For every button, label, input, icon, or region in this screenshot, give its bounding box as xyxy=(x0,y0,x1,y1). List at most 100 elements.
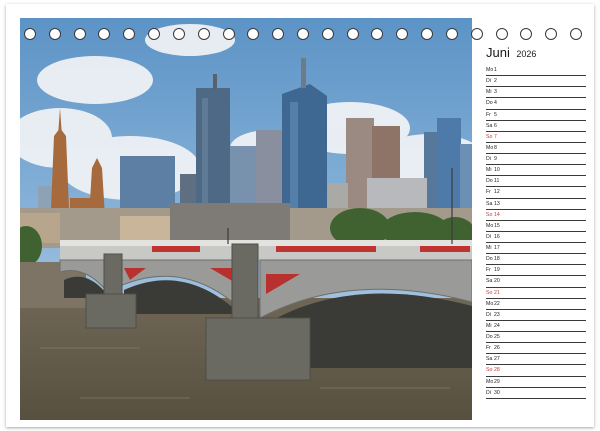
day-row: Mi 24 xyxy=(486,321,586,332)
binding-hole xyxy=(98,28,111,40)
binding-hole xyxy=(421,28,434,40)
day-number: 18 xyxy=(494,256,500,263)
day-number: 4 xyxy=(494,100,497,107)
binding-hole xyxy=(297,28,309,40)
weekday-label: Di xyxy=(486,389,491,396)
day-number: 22 xyxy=(494,300,500,307)
binding-hole xyxy=(445,28,458,40)
weekday-label: Mi xyxy=(486,245,492,251)
day-list: Mo1 Di 2 Mi 3 Do4 Fr 5 Sa 6 So 7 Mo8 Di 9 Mi 10 Do11 Fr 12 S… xyxy=(486,65,586,399)
day-number: 13 xyxy=(494,200,500,207)
day-row: Di 30 xyxy=(486,388,586,399)
weekday-label: So xyxy=(486,367,493,374)
day-row: Mo1 xyxy=(486,65,586,77)
binding-hole xyxy=(371,28,384,40)
day-row: Mi 10 xyxy=(486,165,586,177)
day-number: 29 xyxy=(494,378,500,385)
day-number: 24 xyxy=(494,322,500,329)
day-row: So 7 xyxy=(486,132,586,143)
day-row: Mi 3 xyxy=(486,87,586,99)
weekday-label: Di xyxy=(486,233,491,240)
day-number: 15 xyxy=(494,222,500,229)
day-row: Do11 xyxy=(486,176,586,188)
binding-hole xyxy=(197,28,210,40)
day-number: 19 xyxy=(494,267,500,274)
weekday-label: Mi xyxy=(486,322,492,329)
day-number: 5 xyxy=(494,111,497,118)
weekday-label: Do xyxy=(486,334,493,340)
day-number: 28 xyxy=(494,367,500,374)
day-row: Di 23 xyxy=(486,310,586,321)
day-number: 2 xyxy=(494,78,497,85)
weekday-label: Mo xyxy=(486,144,494,151)
day-row: Di 2 xyxy=(486,76,586,88)
day-row: Fr 19 xyxy=(486,265,586,277)
day-number: 23 xyxy=(494,311,500,318)
calendar-page: Juni 2026 Mo1 Di 2 Mi 3 Do4 Fr 5 Sa 6 So 7 Mo8 Di 9 Mi 1… xyxy=(6,4,594,427)
day-number: 20 xyxy=(494,278,500,285)
weekday-label: Fr xyxy=(486,267,491,274)
day-row: Mo29 xyxy=(486,377,586,388)
day-row: Fr 5 xyxy=(486,110,586,121)
day-row: Fr 12 xyxy=(486,187,586,199)
weekday-label: Di xyxy=(486,78,491,85)
weekday-label: So xyxy=(486,289,493,296)
day-row: Do4 xyxy=(486,98,586,110)
day-number: 30 xyxy=(494,389,500,396)
day-row: Fr 26 xyxy=(486,343,586,355)
day-number: 17 xyxy=(494,245,500,251)
weekday-label: So xyxy=(486,133,493,140)
day-number: 11 xyxy=(494,178,500,185)
day-row: So 21 xyxy=(486,288,586,299)
weekday-label: Sa xyxy=(486,278,493,285)
weekday-label: Mo xyxy=(486,67,494,73)
binding-hole xyxy=(247,28,260,40)
weekday-label: Sa xyxy=(486,356,493,363)
day-number: 9 xyxy=(494,156,497,162)
day-number: 25 xyxy=(494,334,500,340)
weekday-label: Di xyxy=(486,311,491,318)
day-number: 27 xyxy=(494,356,500,363)
weekday-label: Mo xyxy=(486,300,494,307)
day-number: 14 xyxy=(494,211,500,218)
day-number: 1 xyxy=(494,67,497,73)
day-number: 6 xyxy=(494,122,497,129)
weekday-label: Mi xyxy=(486,89,492,96)
day-row: Mi 17 xyxy=(486,243,586,255)
day-row: Di 9 xyxy=(486,154,586,166)
binding-hole xyxy=(48,28,61,40)
day-row: Di 16 xyxy=(486,232,586,243)
weekday-label: Fr xyxy=(486,345,491,352)
day-number: 10 xyxy=(494,167,500,174)
weekday-label: Mo xyxy=(486,378,494,385)
weekday-label: Fr xyxy=(486,111,491,118)
binding-hole xyxy=(222,28,235,40)
month-header: Juni 2026 xyxy=(486,44,536,62)
weekday-label: Mo xyxy=(486,222,494,229)
binding-hole xyxy=(24,28,36,40)
day-row: So 28 xyxy=(486,365,586,377)
year: 2026 xyxy=(516,49,537,59)
day-number: 7 xyxy=(494,133,497,140)
day-row: Sa 27 xyxy=(486,354,586,366)
day-row: Sa 6 xyxy=(486,121,586,132)
month-name: Juni xyxy=(486,45,510,60)
weekday-label: Di xyxy=(486,156,491,162)
day-row: Mo22 xyxy=(486,299,586,310)
month-calendar: Juni 2026 Mo1 Di 2 Mi 3 Do4 Fr 5 Sa 6 So 7 Mo8 Di 9 Mi 1… xyxy=(478,18,590,420)
weekday-label: Do xyxy=(486,256,493,263)
binding-hole xyxy=(346,28,359,40)
day-row: So 14 xyxy=(486,210,586,221)
binding-hole xyxy=(272,28,285,40)
binding-hole xyxy=(396,28,409,40)
day-row: Sa 13 xyxy=(486,199,586,210)
day-number: 26 xyxy=(494,345,500,352)
binding-hole xyxy=(321,28,334,40)
day-number: 8 xyxy=(494,144,497,151)
day-number: 3 xyxy=(494,89,497,96)
binding-hole xyxy=(73,28,86,40)
day-number: 12 xyxy=(494,189,500,196)
day-row: Mo8 xyxy=(486,143,586,154)
day-row: Mo15 xyxy=(486,221,586,232)
binding-hole xyxy=(172,28,185,40)
